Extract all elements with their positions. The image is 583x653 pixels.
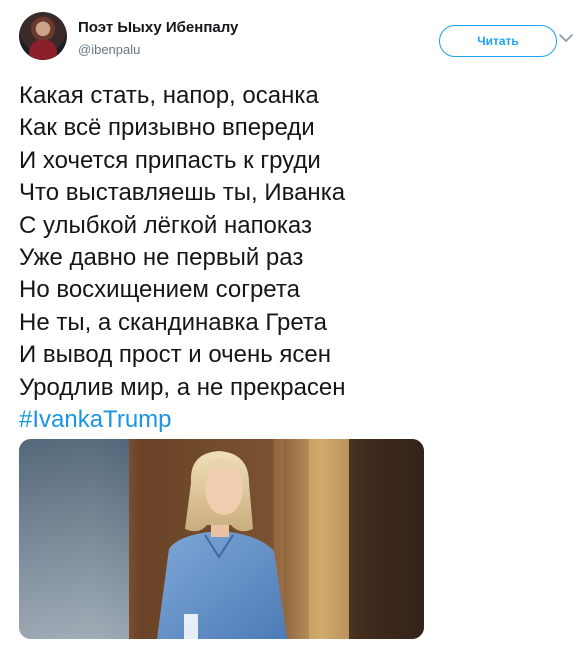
tweet-line: Но восхищением согрета bbox=[19, 276, 300, 304]
tweet-text: Какая стать, напор, осанка Как всё призы… bbox=[19, 80, 564, 436]
tweet-line: И хочется припасть к груди bbox=[19, 146, 321, 174]
follow-button[interactable]: Читать bbox=[439, 25, 557, 57]
tweet-line: Что выставляешь ты, Иванка bbox=[19, 179, 346, 207]
tweet-line: Уже давно не первый раз bbox=[19, 244, 304, 272]
tweet-line: Уродлив мир, а не прекрасен bbox=[19, 373, 346, 401]
tweet-photo[interactable] bbox=[19, 439, 424, 639]
user-handle: @ibenpalu bbox=[78, 42, 141, 57]
tweet-line: Не ты, а скандинавка Грета bbox=[19, 308, 327, 336]
tweet-header: Поэт Ыыху Ибенпалу @ibenpalu Читать bbox=[19, 12, 573, 62]
tweet-line: С улыбкой лёгкой напоказ bbox=[19, 211, 313, 239]
tweet-line: Какая стать, напор, осанка bbox=[19, 82, 319, 109]
tweet-line: Как всё призывно впереди bbox=[19, 114, 315, 142]
hashtag-link[interactable]: #IvankaTrump bbox=[19, 404, 564, 436]
user-avatar[interactable] bbox=[19, 12, 67, 60]
photo-image bbox=[19, 439, 424, 639]
user-display-name[interactable]: Поэт Ыыху Ибенпалу bbox=[78, 19, 238, 36]
tweet-line: И вывод прост и очень ясен bbox=[19, 341, 332, 369]
tweet-card: Поэт Ыыху Ибенпалу @ibenpalu Читать Кака… bbox=[0, 0, 583, 653]
chevron-down-icon[interactable] bbox=[556, 28, 576, 48]
